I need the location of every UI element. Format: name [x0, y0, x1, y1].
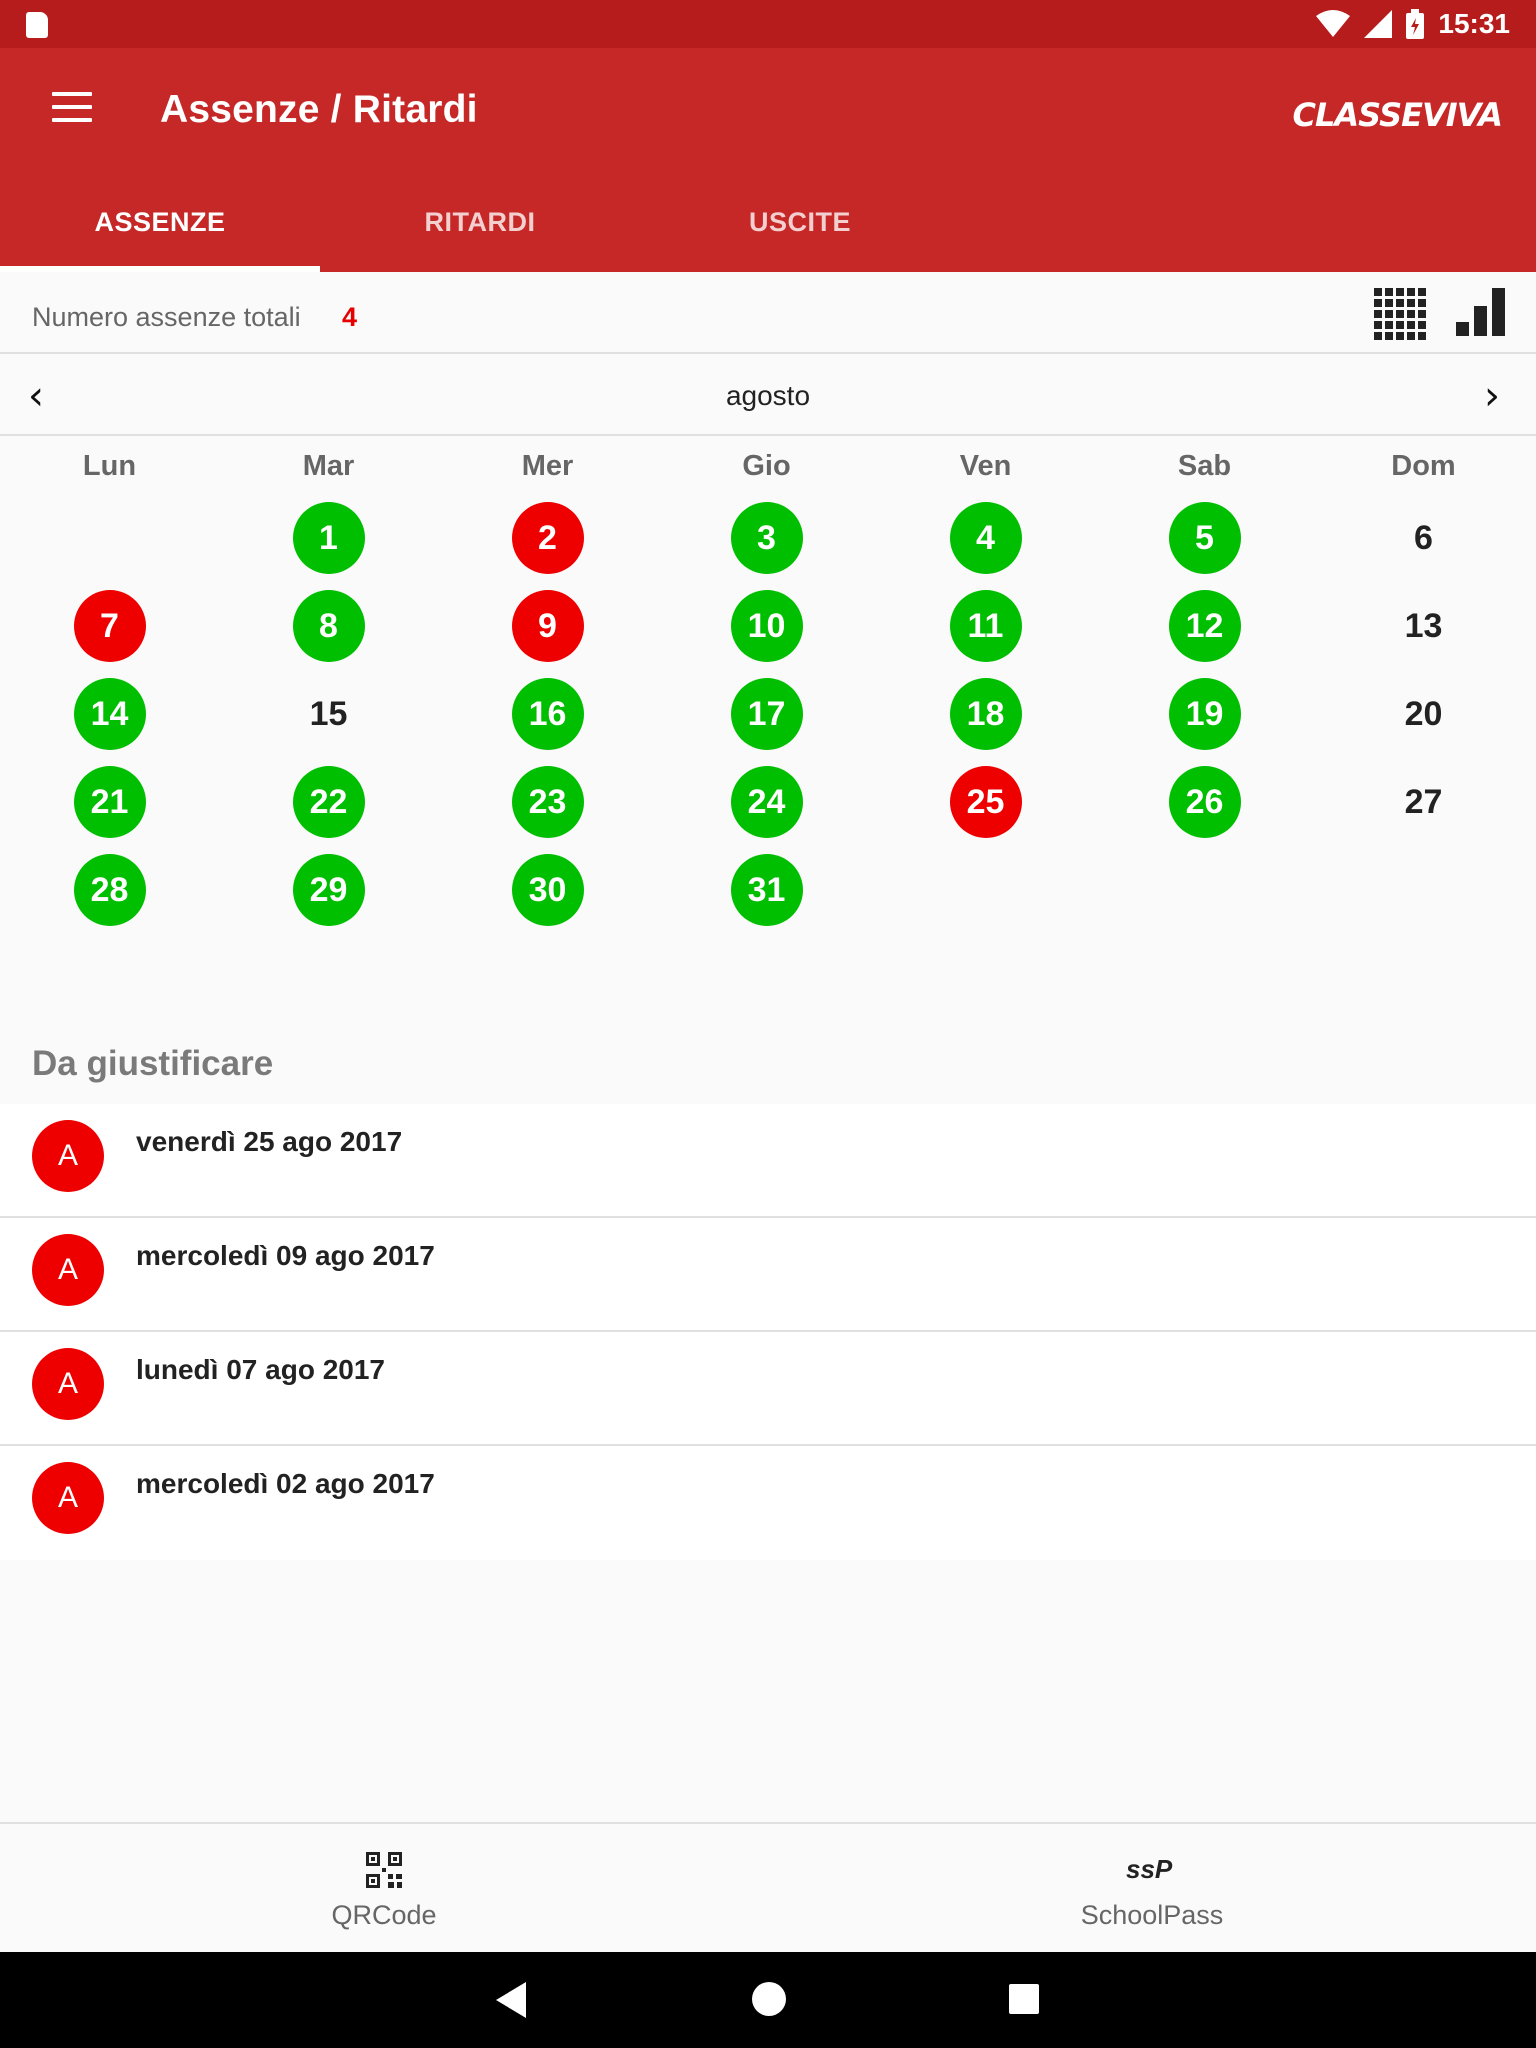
calendar-day[interactable]: 5: [1168, 502, 1241, 574]
calendar-day[interactable]: 27: [1388, 766, 1460, 838]
sd-card-icon: [26, 12, 48, 38]
absence-badge: A: [32, 1462, 104, 1534]
bar-chart-icon[interactable]: [1456, 286, 1506, 336]
calendar-day[interactable]: 18: [949, 678, 1022, 750]
schoolpass-icon: ssP: [1126, 1854, 1173, 1884]
list-item[interactable]: A venerdì 25 ago 2017: [0, 1104, 1536, 1218]
calendar-day[interactable]: 11: [949, 590, 1022, 662]
calendar-day[interactable]: 15: [293, 678, 365, 750]
month-navigator: ‹ agosto ›: [0, 354, 1536, 436]
list-item[interactable]: A mercoledì 09 ago 2017: [0, 1218, 1536, 1332]
tab-bar: ASSENZE RITARDI USCITE: [0, 172, 1536, 272]
calendar-day[interactable]: 30: [511, 854, 584, 926]
weekday-header: Mar: [302, 450, 355, 482]
next-month-chevron-icon[interactable]: ›: [1484, 376, 1500, 416]
status-bar: 15:31: [0, 0, 1536, 48]
weekday-header: Dom: [1391, 450, 1456, 482]
calendar-day[interactable]: 21: [73, 766, 146, 838]
calendar-day[interactable]: 12: [1168, 590, 1241, 662]
calendar-day[interactable]: 13: [1388, 590, 1460, 662]
absence-badge: A: [32, 1348, 104, 1420]
signal-icon: [1364, 10, 1393, 38]
weekday-header: Mer: [521, 450, 574, 482]
tab-ritardi[interactable]: RITARDI: [320, 172, 640, 272]
menu-icon[interactable]: [52, 92, 92, 124]
calendar-grid: Lun Mar Mer Gio Ven Sab Dom 1 2 3 4 5 6 7 8 9 10 1…: [0, 438, 1536, 948]
totals-count: 4: [342, 302, 358, 332]
absence-list: A venerdì 25 ago 2017 A mercoledì 09 ago…: [0, 1104, 1536, 1560]
totals-row: Numero assenze totali 4: [0, 272, 1536, 354]
recents-icon[interactable]: [1009, 1984, 1039, 2014]
qr-code-icon: [366, 1852, 402, 1888]
absence-badge: A: [32, 1234, 104, 1306]
tab-assenze[interactable]: ASSENZE: [0, 172, 320, 272]
nav-schoolpass[interactable]: SchoolPass: [768, 1824, 1536, 1952]
nav-schoolpass-label: SchoolPass: [1080, 1900, 1224, 1930]
nav-qrcode-label: QRCode: [331, 1900, 437, 1930]
bottom-navigation: QRCode SchoolPass ssP: [0, 1822, 1536, 1952]
section-title: Da giustificare: [32, 1044, 274, 1083]
calendar-day[interactable]: 8: [292, 590, 365, 662]
weekday-header: Ven: [959, 450, 1012, 482]
calendar-day[interactable]: 6: [1388, 502, 1460, 574]
absence-date: mercoledì 09 ago 2017: [136, 1240, 435, 1271]
calendar-day[interactable]: 22: [292, 766, 365, 838]
calendar-day[interactable]: 20: [1388, 678, 1460, 750]
calendar-day[interactable]: 25: [949, 766, 1022, 838]
system-navigation-bar: [0, 1952, 1536, 2048]
calendar-day[interactable]: 10: [730, 590, 803, 662]
battery-icon: [1406, 9, 1425, 39]
absence-badge: A: [32, 1120, 104, 1192]
page-title: Assenze / Ritardi: [160, 88, 478, 131]
calendar-day[interactable]: 9: [511, 590, 584, 662]
status-time: 15:31: [1438, 8, 1510, 39]
month-label: agosto: [725, 380, 811, 411]
calendar-day[interactable]: 26: [1168, 766, 1241, 838]
calendar-day[interactable]: 23: [511, 766, 584, 838]
list-item[interactable]: A lunedì 07 ago 2017: [0, 1332, 1536, 1446]
tab-uscite[interactable]: USCITE: [640, 172, 960, 272]
calendar-day[interactable]: 2: [511, 502, 584, 574]
calendar-day[interactable]: 7: [73, 590, 146, 662]
home-icon[interactable]: [752, 1982, 786, 2016]
calendar-day[interactable]: 3: [730, 502, 803, 574]
weekday-header: Sab: [1177, 450, 1232, 482]
absence-date: venerdì 25 ago 2017: [136, 1126, 403, 1157]
wifi-icon: [1316, 10, 1351, 37]
calendar-day[interactable]: 28: [73, 854, 146, 926]
absence-date: lunedì 07 ago 2017: [136, 1354, 385, 1385]
calendar-day[interactable]: 17: [730, 678, 803, 750]
nav-qrcode[interactable]: QRCode: [0, 1824, 768, 1952]
totals-label: Numero assenze totali: [32, 302, 301, 332]
calendar-grid-icon[interactable]: [1374, 288, 1426, 340]
classeviva-logo: CLASSEVIVA: [1292, 96, 1503, 134]
weekday-header: Gio: [742, 450, 791, 482]
absence-date: mercoledì 02 ago 2017: [136, 1468, 435, 1499]
back-icon[interactable]: [496, 1982, 526, 2018]
calendar-day[interactable]: 16: [511, 678, 584, 750]
calendar-day[interactable]: 31: [730, 854, 803, 926]
list-item[interactable]: A mercoledì 02 ago 2017: [0, 1446, 1536, 1560]
calendar-day[interactable]: 4: [949, 502, 1022, 574]
calendar-day[interactable]: 29: [292, 854, 365, 926]
calendar-day[interactable]: 1: [292, 502, 365, 574]
app-toolbar: Assenze / Ritardi CLASSEVIVA: [0, 48, 1536, 172]
weekday-header: Lun: [82, 450, 137, 482]
calendar-day[interactable]: 19: [1168, 678, 1241, 750]
calendar-day[interactable]: 24: [730, 766, 803, 838]
calendar-day[interactable]: 14: [73, 678, 146, 750]
